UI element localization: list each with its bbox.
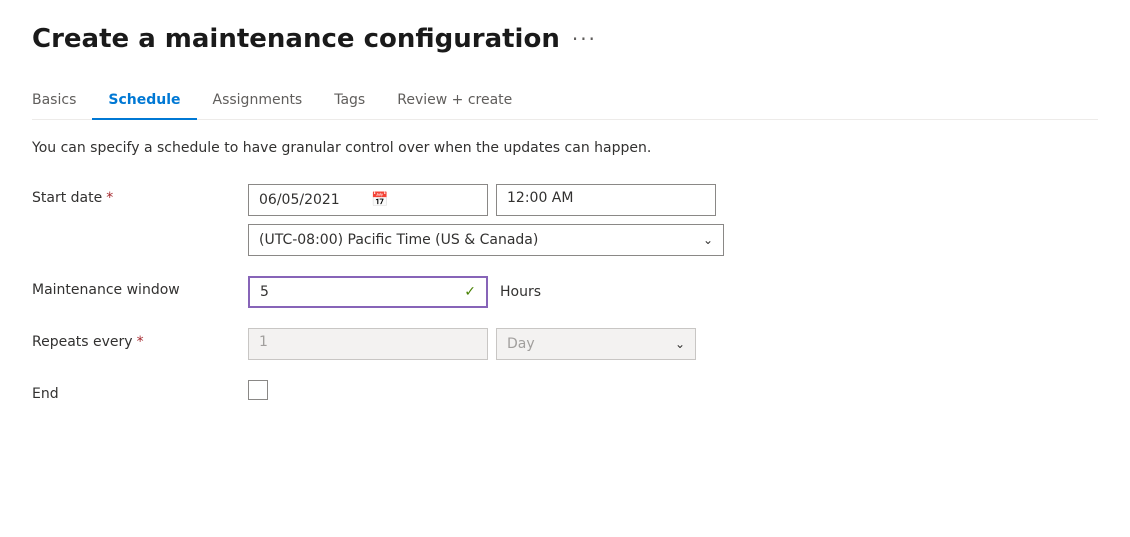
tab-schedule[interactable]: Schedule: [92, 82, 196, 120]
tab-navigation: Basics Schedule Assignments Tags Review …: [32, 82, 1098, 120]
repeats-every-controls: 1 Day ⌄: [248, 328, 1098, 360]
hours-label: Hours: [500, 284, 541, 300]
start-date-label: Start date *: [32, 184, 232, 206]
end-row: End: [32, 380, 1098, 402]
end-checkbox-container: [248, 380, 1098, 400]
tab-basics[interactable]: Basics: [32, 82, 92, 120]
start-date-row: Start date * 06/05/2021 📅 12:00 AM (UTC-…: [32, 184, 1098, 256]
tab-assignments[interactable]: Assignments: [197, 82, 319, 120]
required-indicator: *: [106, 190, 113, 206]
chevron-down-icon: ⌄: [703, 233, 713, 247]
chevron-down-icon-2: ⌄: [675, 337, 685, 351]
repeats-every-label: Repeats every *: [32, 328, 232, 350]
tab-review-create[interactable]: Review + create: [381, 82, 528, 120]
end-controls: [248, 380, 1098, 400]
repeats-every-row: Repeats every * 1 Day ⌄: [32, 328, 1098, 360]
repeats-input-row: 1 Day ⌄: [248, 328, 1098, 360]
check-icon: ✓: [464, 284, 476, 300]
repeats-unit-select: Day ⌄: [496, 328, 696, 360]
end-label: End: [32, 380, 232, 402]
date-time-row: 06/05/2021 📅 12:00 AM: [248, 184, 1098, 216]
more-options-icon[interactable]: ···: [572, 27, 597, 51]
maintenance-input-row: 5 ✓ Hours: [248, 276, 1098, 308]
form-section: Start date * 06/05/2021 📅 12:00 AM (UTC-…: [32, 184, 1098, 402]
tab-tags[interactable]: Tags: [318, 82, 381, 120]
start-date-controls: 06/05/2021 📅 12:00 AM (UTC-08:00) Pacifi…: [248, 184, 1098, 256]
page-title: Create a maintenance configuration: [32, 24, 560, 54]
maintenance-window-label: Maintenance window: [32, 276, 232, 298]
page-header: Create a maintenance configuration ···: [32, 24, 1098, 54]
timezone-select[interactable]: (UTC-08:00) Pacific Time (US & Canada) ⌄: [248, 224, 724, 256]
required-indicator-2: *: [137, 334, 144, 350]
end-checkbox[interactable]: [248, 380, 268, 400]
maintenance-window-row: Maintenance window 5 ✓ Hours: [32, 276, 1098, 308]
schedule-description: You can specify a schedule to have granu…: [32, 140, 1098, 156]
repeats-number-input: 1: [248, 328, 488, 360]
maintenance-window-controls: 5 ✓ Hours: [248, 276, 1098, 308]
maintenance-window-input[interactable]: 5 ✓: [248, 276, 488, 308]
date-input[interactable]: 06/05/2021 📅: [248, 184, 488, 216]
calendar-icon[interactable]: 📅: [371, 192, 477, 208]
time-input[interactable]: 12:00 AM: [496, 184, 716, 216]
